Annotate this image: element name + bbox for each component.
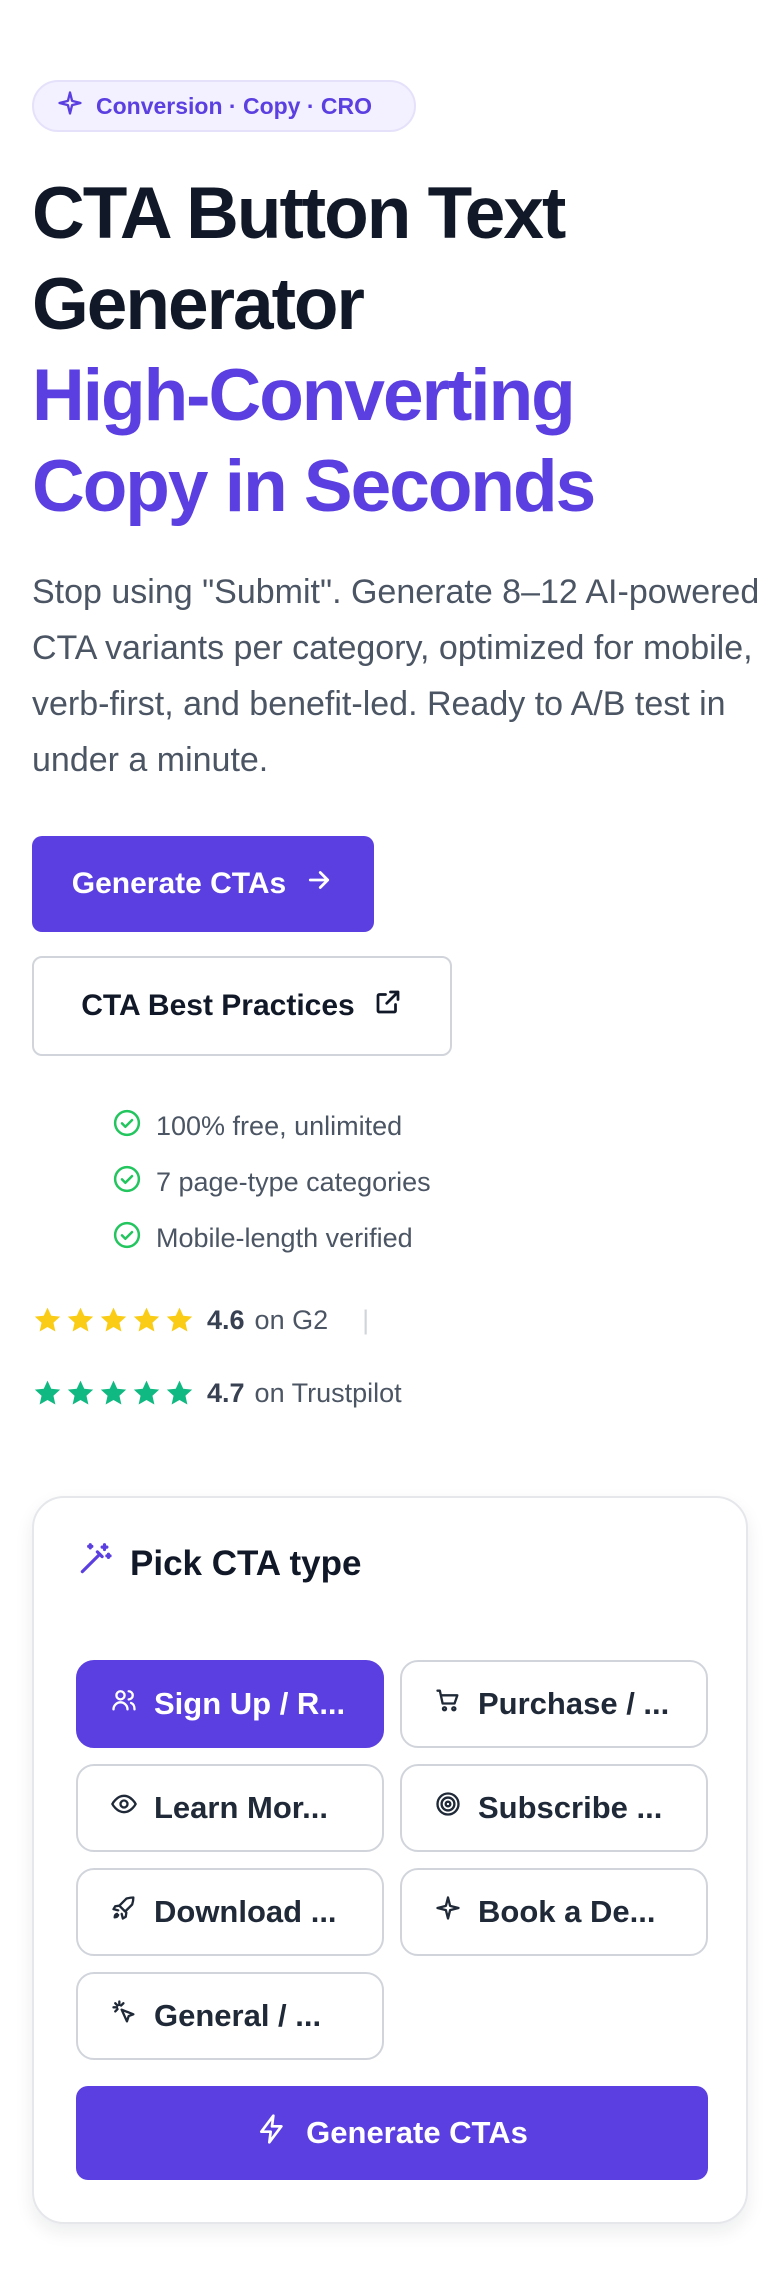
card-generate-label: Generate CTAs xyxy=(306,2115,528,2150)
star-icon xyxy=(166,1380,193,1405)
check-circle-icon xyxy=(112,1108,142,1145)
title-accent-line-1: High-Converting xyxy=(32,355,576,436)
type-label: Learn Mor... xyxy=(154,1790,328,1825)
feature-list: 100% free, unlimited 7 page-type categor… xyxy=(112,1098,431,1266)
sparkle-icon xyxy=(434,1894,462,1930)
type-general-button[interactable]: General / ... xyxy=(76,1972,384,2060)
feature-label: Mobile-length verified xyxy=(156,1222,413,1253)
type-learn-more-button[interactable]: Learn Mor... xyxy=(76,1764,384,1852)
card-generate-ctas-button[interactable]: Generate CTAs xyxy=(76,2086,708,2180)
title-line-2: Generator xyxy=(32,264,365,345)
hero-subtitle: Stop using "Submit". Generate 8–12 AI-po… xyxy=(32,573,760,779)
trustpilot-rating: 4.7 on Trustpilot xyxy=(32,1378,402,1409)
star-rating xyxy=(32,1305,195,1336)
feature-label: 100% free, unlimited xyxy=(156,1110,403,1141)
users-icon xyxy=(110,1686,138,1722)
type-subscribe-button[interactable]: Subscribe ... xyxy=(400,1764,708,1852)
magic-wand-icon xyxy=(76,1540,114,1587)
star-icon xyxy=(100,1307,127,1332)
star-icon xyxy=(100,1380,127,1405)
eye-icon xyxy=(110,1790,138,1826)
cta-best-practices-button[interactable]: CTA Best Practices xyxy=(32,956,452,1056)
type-download-button[interactable]: Download ... xyxy=(76,1868,384,1956)
rating-separator: | xyxy=(362,1305,370,1335)
cta-type-card: Pick CTA type Sign Up / R... Purchase / … xyxy=(32,1496,748,2224)
card-title: Pick CTA type xyxy=(130,1543,362,1583)
external-link-icon xyxy=(373,987,403,1025)
star-icon xyxy=(67,1307,94,1332)
g2-rating: 4.6 on G2 | xyxy=(32,1305,369,1336)
rating-source: on G2 xyxy=(254,1305,329,1335)
badge-text: Conversion · Copy · CRO xyxy=(96,92,373,119)
type-book-demo-button[interactable]: Book a De... xyxy=(400,1868,708,1956)
rating-source: on Trustpilot xyxy=(254,1378,402,1408)
type-label: Book a De... xyxy=(478,1894,656,1929)
sparkle-icon xyxy=(56,89,84,123)
check-circle-icon xyxy=(112,1220,142,1257)
star-rating xyxy=(32,1378,195,1409)
type-label: Download ... xyxy=(154,1894,337,1929)
type-label: Sign Up / R... xyxy=(154,1686,346,1721)
type-label: Purchase / ... xyxy=(478,1686,670,1721)
arrow-right-icon xyxy=(304,865,334,903)
title-line-1: CTA Button Text xyxy=(32,173,566,254)
lightning-icon xyxy=(256,2113,288,2153)
target-icon xyxy=(434,1790,462,1826)
star-icon xyxy=(34,1307,61,1332)
type-label: General / ... xyxy=(154,1998,322,2033)
card-header: Pick CTA type xyxy=(76,1540,361,1587)
star-icon xyxy=(67,1380,94,1405)
check-circle-icon xyxy=(112,1164,142,1201)
generate-ctas-label: Generate CTAs xyxy=(71,867,287,900)
feature-item: 7 page-type categories xyxy=(112,1154,431,1210)
star-icon xyxy=(34,1380,61,1405)
star-icon xyxy=(166,1307,193,1332)
feature-label: 7 page-type categories xyxy=(156,1166,431,1197)
rating-score: 4.7 xyxy=(207,1378,245,1408)
cursor-click-icon xyxy=(110,1998,138,2034)
title-accent-line-2: Copy in Seconds xyxy=(32,446,596,527)
generate-ctas-button[interactable]: Generate CTAs xyxy=(32,836,374,932)
cart-icon xyxy=(434,1686,462,1722)
feature-item: Mobile-length verified xyxy=(112,1210,431,1266)
type-label: Subscribe ... xyxy=(478,1790,663,1825)
rocket-icon xyxy=(110,1894,138,1930)
rating-score: 4.6 xyxy=(207,1305,245,1335)
cta-best-practices-label: CTA Best Practices xyxy=(81,989,355,1022)
type-sign-up-button[interactable]: Sign Up / R... xyxy=(76,1660,384,1748)
star-icon xyxy=(133,1380,160,1405)
category-badge: Conversion · Copy · CRO xyxy=(32,80,416,132)
feature-item: 100% free, unlimited xyxy=(112,1098,431,1154)
page-title: CTA Button Text Generator High-Convertin… xyxy=(32,168,732,532)
star-icon xyxy=(133,1307,160,1332)
type-purchase-button[interactable]: Purchase / ... xyxy=(400,1660,708,1748)
